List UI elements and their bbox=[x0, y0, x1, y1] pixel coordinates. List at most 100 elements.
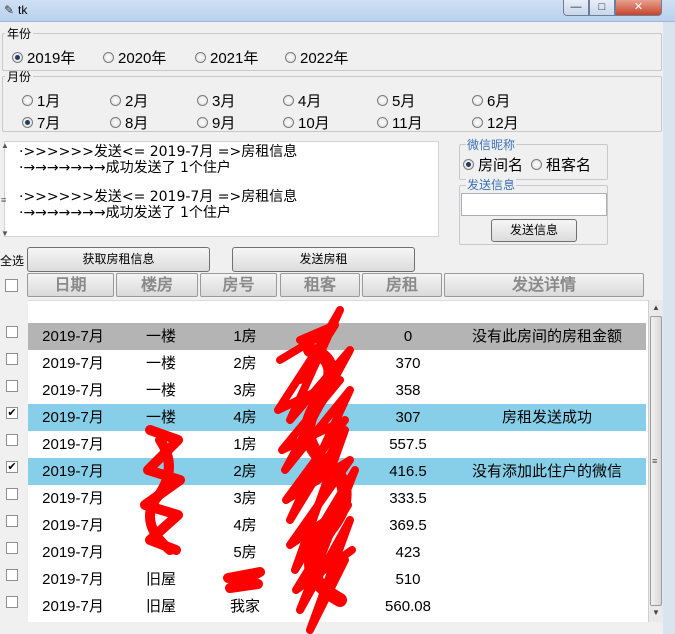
cell-detail bbox=[448, 512, 646, 539]
cell-rent: 369.5 bbox=[389, 517, 427, 534]
col-header-building[interactable]: 楼房 bbox=[116, 273, 198, 297]
col-header-date[interactable]: 日期 bbox=[27, 273, 114, 297]
radio-year-label: 2022年 bbox=[300, 50, 349, 67]
log-textbox[interactable]: ·>>>>>>发送<= 2019-7月 =>房租信息 ·→→→→→→→成功发送了 … bbox=[4, 141, 439, 237]
cell-building bbox=[118, 485, 204, 512]
radio-month-6[interactable]: 6月 bbox=[472, 90, 510, 111]
radio-month-7[interactable]: 7月 bbox=[22, 112, 60, 133]
row-checkbox[interactable] bbox=[6, 596, 18, 608]
radio-year-0[interactable]: 2019年 bbox=[12, 47, 75, 68]
radio-year-label: 2021年 bbox=[210, 50, 259, 67]
row-checkbox[interactable]: ✔ bbox=[6, 407, 18, 419]
scroll-up-icon[interactable]: ▲ bbox=[1, 141, 9, 150]
log-line: ·→→→→→→→成功发送了 1个住户 bbox=[19, 205, 231, 221]
radio-month-5[interactable]: 5月 bbox=[377, 90, 415, 111]
radio-tenant-name[interactable]: 租客名 bbox=[531, 154, 591, 175]
fetch-rent-button[interactable]: 获取房租信息 bbox=[27, 247, 210, 272]
row-checkbox[interactable] bbox=[6, 434, 18, 446]
scroll-up-icon[interactable]: ▲ bbox=[652, 303, 660, 312]
radio-dot-icon bbox=[110, 117, 121, 128]
cell-tenant bbox=[286, 485, 368, 512]
radio-month-12[interactable]: 12月 bbox=[472, 112, 519, 133]
send-info-input[interactable] bbox=[461, 193, 607, 216]
table-row[interactable]: 2019-7月 一楼 3房 358 bbox=[28, 377, 646, 404]
year-group-label: 年份 bbox=[5, 27, 34, 41]
radio-dot-icon bbox=[377, 117, 388, 128]
table-row[interactable]: 2019-7月 旧屋 我家 560.08 bbox=[28, 593, 646, 620]
select-all-label[interactable]: 全选 bbox=[0, 252, 24, 269]
cell-room: 我家 bbox=[229, 598, 260, 615]
maximize-button[interactable]: □ bbox=[589, 0, 615, 16]
radio-month-label: 1月 bbox=[37, 93, 61, 110]
radio-month-1[interactable]: 1月 bbox=[22, 90, 60, 111]
cell-tenant bbox=[286, 431, 368, 458]
table-row[interactable]: 2019-7月 旧屋 510 bbox=[28, 566, 646, 593]
radio-year-2[interactable]: 2021年 bbox=[195, 47, 258, 68]
table-row[interactable]: 2019-7月 3房 333.5 bbox=[28, 485, 646, 512]
row-checkbox[interactable] bbox=[6, 542, 18, 554]
radio-month-label: 6月 bbox=[487, 93, 511, 110]
radio-month-11[interactable]: 11月 bbox=[377, 112, 423, 133]
table-row[interactable]: 2019-7月 4房 369.5 bbox=[28, 512, 646, 539]
cell-detail bbox=[448, 377, 646, 404]
col-header-rent[interactable]: 房租 bbox=[362, 273, 442, 297]
send-info-button[interactable]: 发送信息 bbox=[491, 219, 577, 242]
radio-year-label: 2019年 bbox=[27, 50, 76, 67]
radio-year-1[interactable]: 2020年 bbox=[103, 47, 166, 68]
col-header-detail[interactable]: 发送详情 bbox=[444, 273, 644, 297]
close-button[interactable]: ✕ bbox=[615, 0, 662, 16]
radio-month-label: 2月 bbox=[125, 93, 149, 110]
row-checkbox[interactable] bbox=[6, 515, 18, 527]
col-header-tenant[interactable]: 租客 bbox=[280, 273, 360, 297]
radio-year-3[interactable]: 2022年 bbox=[285, 47, 348, 68]
row-checkbox[interactable] bbox=[6, 326, 18, 338]
scroll-down-icon[interactable]: ▼ bbox=[1, 229, 9, 238]
radio-dot-icon bbox=[110, 95, 121, 106]
row-checkbox[interactable]: ✔ bbox=[6, 461, 18, 473]
cell-tenant bbox=[286, 593, 368, 620]
radio-room-name[interactable]: 房间名 bbox=[463, 154, 523, 175]
row-checkbox[interactable] bbox=[6, 488, 18, 500]
table-scrollbar[interactable]: ▲ ≡ ▼ bbox=[648, 300, 663, 622]
radio-tenant-name-label: 租客名 bbox=[546, 157, 592, 174]
cell-building: 旧屋 bbox=[145, 571, 176, 588]
cell-detail bbox=[448, 431, 646, 458]
scroll-down-icon[interactable]: ▼ bbox=[652, 608, 660, 617]
cell-room: 1房 bbox=[233, 328, 257, 345]
cell-rent: 0 bbox=[403, 328, 413, 345]
radio-month-9[interactable]: 9月 bbox=[197, 112, 235, 133]
window-title: tk bbox=[18, 3, 28, 17]
cell-room: 4房 bbox=[233, 517, 257, 534]
cell-building: 一楼 bbox=[145, 409, 176, 426]
col-header-room[interactable]: 房号 bbox=[200, 273, 277, 297]
radio-dot-icon bbox=[197, 117, 208, 128]
radio-month-8[interactable]: 8月 bbox=[110, 112, 148, 133]
radio-month-label: 12月 bbox=[487, 115, 519, 132]
minimize-button[interactable]: — bbox=[563, 0, 589, 16]
radio-month-10[interactable]: 10月 bbox=[283, 112, 330, 133]
table-row[interactable]: 2019-7月 2房 416.5 没有添加此住户的微信 bbox=[28, 458, 646, 485]
wechat-nick-label: 微信昵称 bbox=[466, 136, 517, 153]
radio-dot-icon bbox=[283, 95, 294, 106]
table-row[interactable]: 2019-7月 一楼 2房 370 bbox=[28, 350, 646, 377]
table-row[interactable]: 2019-7月 一楼 1房 0 没有此房间的房租金额 bbox=[28, 323, 646, 350]
scroll-grip-icon[interactable]: ≡ bbox=[1, 195, 6, 205]
cell-date: 2019-7月 bbox=[42, 544, 104, 561]
radio-month-2[interactable]: 2月 bbox=[110, 90, 148, 111]
log-line: ·→→→→→→→成功发送了 1个住户 bbox=[19, 160, 231, 176]
radio-month-3[interactable]: 3月 bbox=[197, 90, 235, 111]
table-row[interactable]: 2019-7月 5房 423 bbox=[28, 539, 646, 566]
checkmark-icon: ✔ bbox=[7, 407, 17, 419]
radio-month-4[interactable]: 4月 bbox=[283, 90, 321, 111]
row-checkbox[interactable] bbox=[6, 569, 18, 581]
cell-date: 2019-7月 bbox=[42, 517, 104, 534]
table-row[interactable]: 2019-7月 1房 557.5 bbox=[28, 431, 646, 458]
table-row[interactable]: 2019-7月 一楼 4房 307 房租发送成功 bbox=[28, 404, 646, 431]
send-rent-button[interactable]: 发送房租 bbox=[232, 247, 415, 272]
radio-dot-icon bbox=[103, 52, 114, 63]
row-checkbox[interactable] bbox=[6, 353, 18, 365]
cell-date: 2019-7月 bbox=[42, 355, 104, 372]
cell-rent: 510 bbox=[395, 571, 421, 588]
select-all-checkbox[interactable] bbox=[5, 279, 18, 292]
row-checkbox[interactable] bbox=[6, 380, 18, 392]
